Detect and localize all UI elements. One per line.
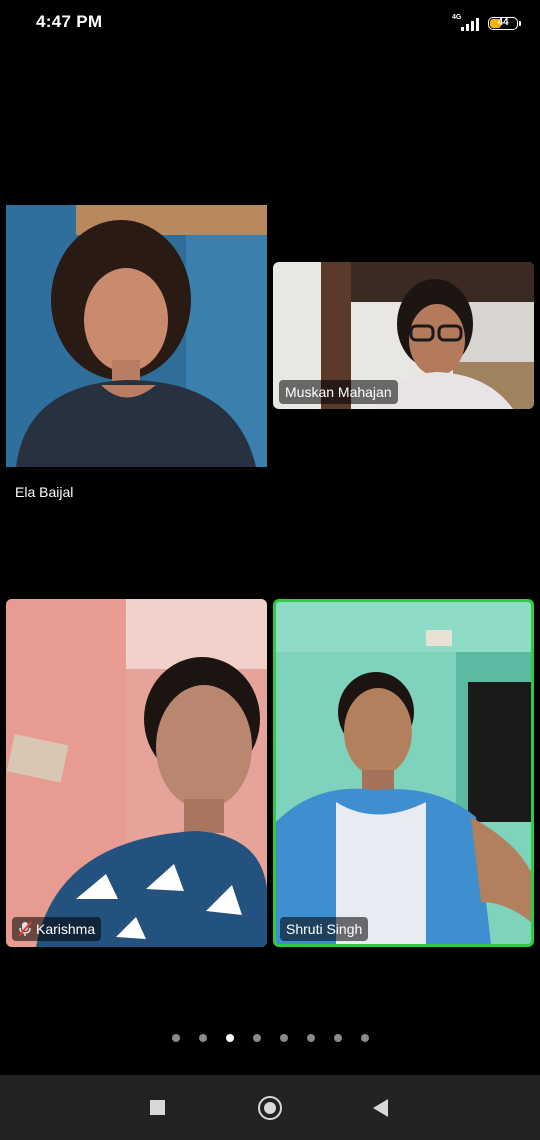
page-dot-2[interactable] (198, 1034, 207, 1042)
page-dot-5[interactable] (279, 1034, 288, 1042)
participant-name-shruti-singh: Shruti Singh (286, 921, 363, 937)
home-icon[interactable] (258, 1096, 282, 1120)
mic-muted-icon (18, 921, 32, 937)
video-tile-karishma[interactable]: Karishma (6, 599, 267, 947)
page-dot-6[interactable] (306, 1034, 315, 1042)
video-tile-shruti-singh[interactable]: Shruti Singh (273, 599, 534, 947)
recent-apps-icon[interactable] (150, 1100, 165, 1115)
page-dot-8[interactable] (360, 1034, 369, 1042)
name-tag: Muskan Mahajan (279, 380, 398, 404)
participant-name-karishma: Karishma (36, 921, 96, 937)
participant-name-ela-baijal: Ela Baijal (15, 484, 74, 500)
battery-icon: 44 (488, 16, 521, 30)
status-bar: 4:47 PM 4G 44 (0, 0, 540, 46)
page-dot-4[interactable] (252, 1034, 261, 1042)
video-tile-muskan-mahajan[interactable]: Muskan Mahajan (273, 262, 534, 409)
status-time: 4:47 PM (36, 12, 103, 31)
name-tag: Karishma (12, 917, 102, 941)
page-dot-3[interactable] (225, 1034, 234, 1042)
status-icons: 4G 44 (452, 13, 521, 33)
participant-name-muskan-mahajan: Muskan Mahajan (285, 384, 392, 400)
video-feed (276, 602, 531, 944)
navigation-bar (0, 1075, 540, 1140)
video-feed (6, 205, 267, 467)
video-tile-ela-baijal[interactable] (6, 205, 267, 467)
name-tag: Shruti Singh (280, 917, 369, 941)
page-indicator[interactable] (0, 1034, 540, 1042)
video-feed (6, 599, 267, 947)
page-dot-1[interactable] (171, 1034, 180, 1042)
battery-level: 44 (497, 17, 509, 28)
page-dot-7[interactable] (333, 1034, 342, 1042)
signal-icon: 4G (452, 14, 480, 32)
network-type: 4G (452, 14, 462, 21)
back-icon[interactable] (373, 1099, 388, 1117)
